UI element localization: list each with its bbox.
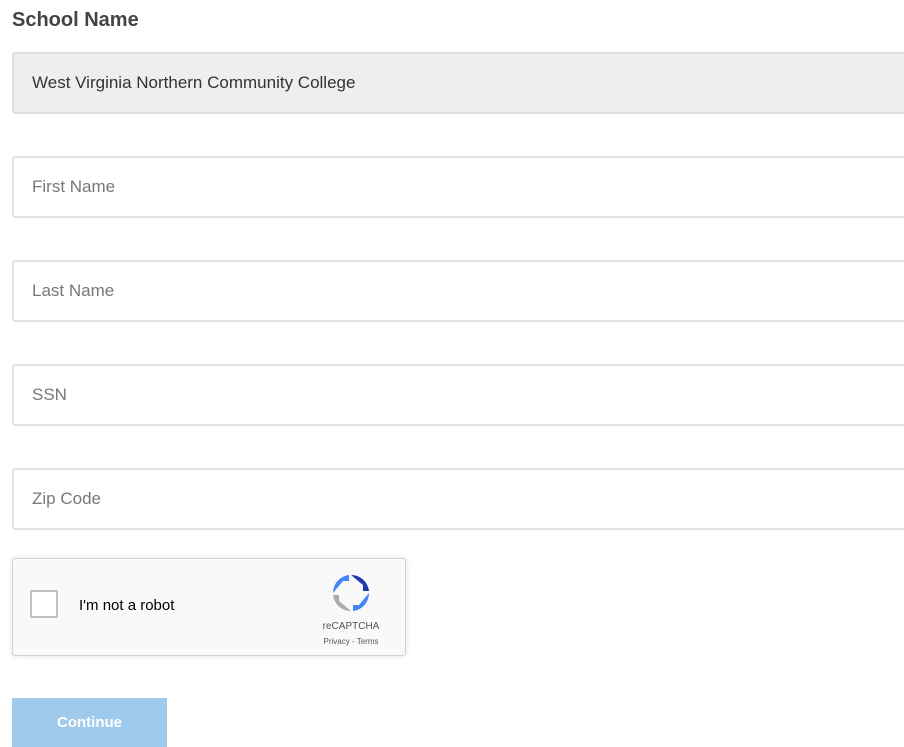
ssn-field[interactable] [12, 364, 904, 426]
first-name-field[interactable] [12, 156, 904, 218]
school-name-field[interactable] [12, 52, 904, 114]
recaptcha-label: I'm not a robot [79, 597, 175, 614]
recaptcha-logo-icon [332, 574, 370, 612]
zip-code-field[interactable] [12, 468, 904, 530]
continue-button[interactable]: Continue [12, 698, 167, 747]
recaptcha-brand: reCAPTCHA [322, 621, 380, 632]
recaptcha-privacy-link[interactable]: Privacy [324, 637, 350, 646]
recaptcha-terms-link[interactable]: Terms [357, 637, 379, 646]
recaptcha-links: Privacy - Terms [303, 637, 399, 646]
last-name-field[interactable] [12, 260, 904, 322]
recaptcha-checkbox[interactable] [30, 590, 58, 618]
recaptcha-links-separator: - [349, 637, 357, 646]
school-name-label: School Name [12, 9, 139, 31]
recaptcha-widget: I'm not a robot reCAPTCHA Privacy - Term… [12, 558, 406, 656]
